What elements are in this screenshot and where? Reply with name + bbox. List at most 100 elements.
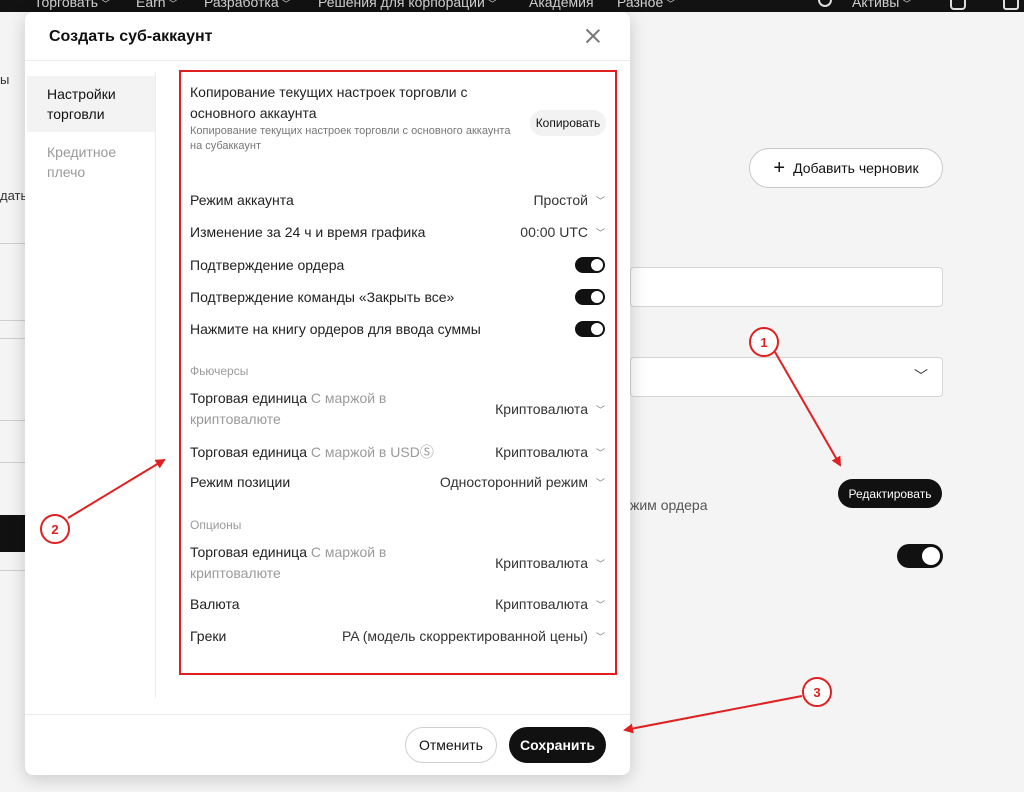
futures-usd-unit-select[interactable]: Криптовалюта ﹀: [495, 444, 605, 460]
bg-select[interactable]: ﹀: [630, 357, 943, 397]
copy-settings-title: Копирование текущих настроек торговли с …: [190, 84, 468, 121]
futures-usd-unit-label: Торговая единица С маржой в USDⓈ: [190, 442, 434, 462]
modal-title: Создать суб-аккаунт: [49, 28, 213, 45]
modal-header-divider: [25, 60, 630, 61]
top-navigation: Торговать ﹀ Earn ﹀ Разработка ﹀ Решения для…: [0, 0, 1024, 12]
annotation-arrow-3: [623, 695, 803, 734]
bg-toggle[interactable]: [897, 544, 943, 568]
modal-side-nav: Настройки торговли Кредитное плечо: [25, 72, 156, 698]
futures-coin-unit-row: Торговая единица С маржой в криптовалюте…: [190, 388, 605, 430]
chevron-down-icon: ﹀: [595, 447, 605, 458]
copy-settings-description: Копирование текущих настроек торговли с …: [190, 125, 511, 152]
account-mode-row: Режим аккаунта Простой ﹀: [190, 192, 605, 208]
account-mode-select[interactable]: Простой ﹀: [533, 192, 605, 208]
chevron-down-icon: ﹀: [595, 404, 605, 415]
futures-section-label: Фьючерсы: [190, 364, 249, 378]
annotation-marker-3: 3: [802, 677, 832, 707]
options-unit-label: Торговая единица С маржой в криптовалюте: [190, 542, 420, 584]
nav-assets[interactable]: Активы ﹀: [852, 0, 911, 10]
chevron-down-icon: ﹀: [914, 368, 928, 384]
chart-time-value: 00:00 UTC: [520, 224, 588, 240]
bg-dark-block: [0, 515, 25, 552]
chevron-down-icon: ﹀: [595, 195, 605, 206]
nav-earn[interactable]: Earn ﹀: [136, 0, 178, 10]
annotation-marker-2: 2: [40, 514, 70, 544]
position-mode-select[interactable]: Односторонний режим ﹀: [440, 474, 605, 490]
copy-button[interactable]: Копировать: [530, 110, 606, 136]
side-nav-trading-settings[interactable]: Настройки торговли: [27, 76, 155, 132]
futures-usd-unit-value: Криптовалюта: [495, 444, 588, 460]
download-icon[interactable]: [1003, 0, 1019, 10]
chevron-down-icon: ﹀: [595, 631, 605, 642]
nav-dev[interactable]: Разработка ﹀: [204, 0, 291, 10]
bg-order-mode-text: жим ордера: [630, 497, 708, 513]
create-subaccount-modal: Создать суб-аккаунт Настройки торговли К…: [25, 12, 630, 775]
close-all-confirm-row: Подтверждение команды «Закрыть все»: [190, 289, 605, 305]
chart-time-select[interactable]: 00:00 UTC ﹀: [520, 224, 605, 240]
add-draft-label: Добавить черновик: [793, 160, 919, 176]
divider: [0, 320, 25, 321]
futures-usd-unit-row: Торговая единица С маржой в USDⓈ Криптов…: [190, 442, 605, 462]
unit-prefix: Торговая единица: [190, 390, 307, 406]
options-section-label: Опционы: [190, 518, 242, 532]
futures-coin-unit-select[interactable]: Криптовалюта ﹀: [495, 401, 605, 417]
nav-trade[interactable]: Торговать ﹀: [34, 0, 110, 10]
divider: [0, 338, 25, 339]
bg-left-text: ы: [0, 72, 10, 87]
trading-settings-panel: Копирование текущих настроек торговли с …: [179, 70, 617, 675]
unit-dim: С маржой в USDⓈ: [310, 444, 434, 460]
plus-icon: +: [773, 157, 786, 179]
position-mode-value: Односторонний режим: [439, 474, 588, 490]
orderbook-click-toggle[interactable]: [575, 321, 605, 337]
bg-left-text: дать: [0, 188, 28, 203]
greeks-row: Греки PA (модель скорректированной цены)…: [190, 628, 605, 644]
user-icon[interactable]: [950, 0, 966, 10]
unit-prefix: Торговая единица: [190, 444, 307, 460]
account-mode-value: Простой: [533, 192, 588, 208]
bg-text-input[interactable]: [630, 267, 943, 307]
add-draft-button[interactable]: + Добавить черновик: [749, 148, 943, 188]
unit-prefix: Торговая единица: [190, 544, 307, 560]
greeks-select[interactable]: PA (модель скорректированной цены) ﹀: [342, 628, 605, 644]
order-confirm-row: Подтверждение ордера: [190, 257, 605, 273]
options-unit-row: Торговая единица С маржой в криптовалюте…: [190, 542, 605, 584]
currency-select[interactable]: Криптовалюта ﹀: [495, 596, 605, 612]
annotation-marker-1: 1: [749, 327, 779, 357]
chevron-down-icon: ﹀: [595, 599, 605, 610]
edit-button[interactable]: Редактировать: [838, 479, 942, 508]
modal-footer-divider: [25, 714, 630, 715]
orderbook-click-row: Нажмите на книгу ордеров для ввода суммы: [190, 321, 605, 337]
search-icon[interactable]: [818, 0, 832, 7]
cancel-button[interactable]: Отменить: [405, 727, 497, 763]
futures-coin-unit-label: Торговая единица С маржой в криптовалюте: [190, 388, 420, 430]
save-button[interactable]: Сохранить: [509, 727, 606, 763]
nav-corporate[interactable]: Решения для корпорации ﹀: [318, 0, 497, 10]
order-confirm-toggle[interactable]: [575, 257, 605, 273]
options-unit-value: Криптовалюта: [495, 555, 588, 571]
greeks-value: PA (модель скорректированной цены): [341, 628, 588, 644]
chart-time-row: Изменение за 24 ч и время графика 00:00 …: [190, 224, 605, 240]
close-all-confirm-toggle[interactable]: [575, 289, 605, 305]
divider: [0, 420, 25, 421]
orderbook-click-label: Нажмите на книгу ордеров для ввода суммы: [190, 321, 481, 337]
currency-row: Валюта Криптовалюта ﹀: [190, 596, 605, 612]
futures-coin-unit-value: Криптовалюта: [495, 401, 588, 417]
account-mode-label: Режим аккаунта: [190, 192, 294, 208]
close-all-confirm-label: Подтверждение команды «Закрыть все»: [190, 289, 455, 305]
order-confirm-label: Подтверждение ордера: [190, 257, 345, 273]
side-nav-leverage[interactable]: Кредитное плечо: [27, 134, 155, 190]
chevron-down-icon: ﹀: [595, 558, 605, 569]
divider: [0, 462, 25, 463]
nav-misc[interactable]: Разное ﹀: [617, 0, 675, 10]
chevron-down-icon: ﹀: [595, 227, 605, 238]
chart-time-label: Изменение за 24 ч и время графика: [190, 224, 426, 240]
chevron-down-icon: ﹀: [595, 477, 605, 488]
close-icon[interactable]: [581, 24, 605, 48]
position-mode-row: Режим позиции Односторонний режим ﹀: [190, 474, 605, 490]
divider: [0, 570, 25, 571]
options-unit-select[interactable]: Криптовалюта ﹀: [495, 555, 605, 571]
currency-value: Криптовалюта: [495, 596, 588, 612]
nav-academy[interactable]: Академия: [529, 0, 594, 10]
greeks-label: Греки: [190, 628, 227, 644]
position-mode-label: Режим позиции: [190, 474, 291, 490]
